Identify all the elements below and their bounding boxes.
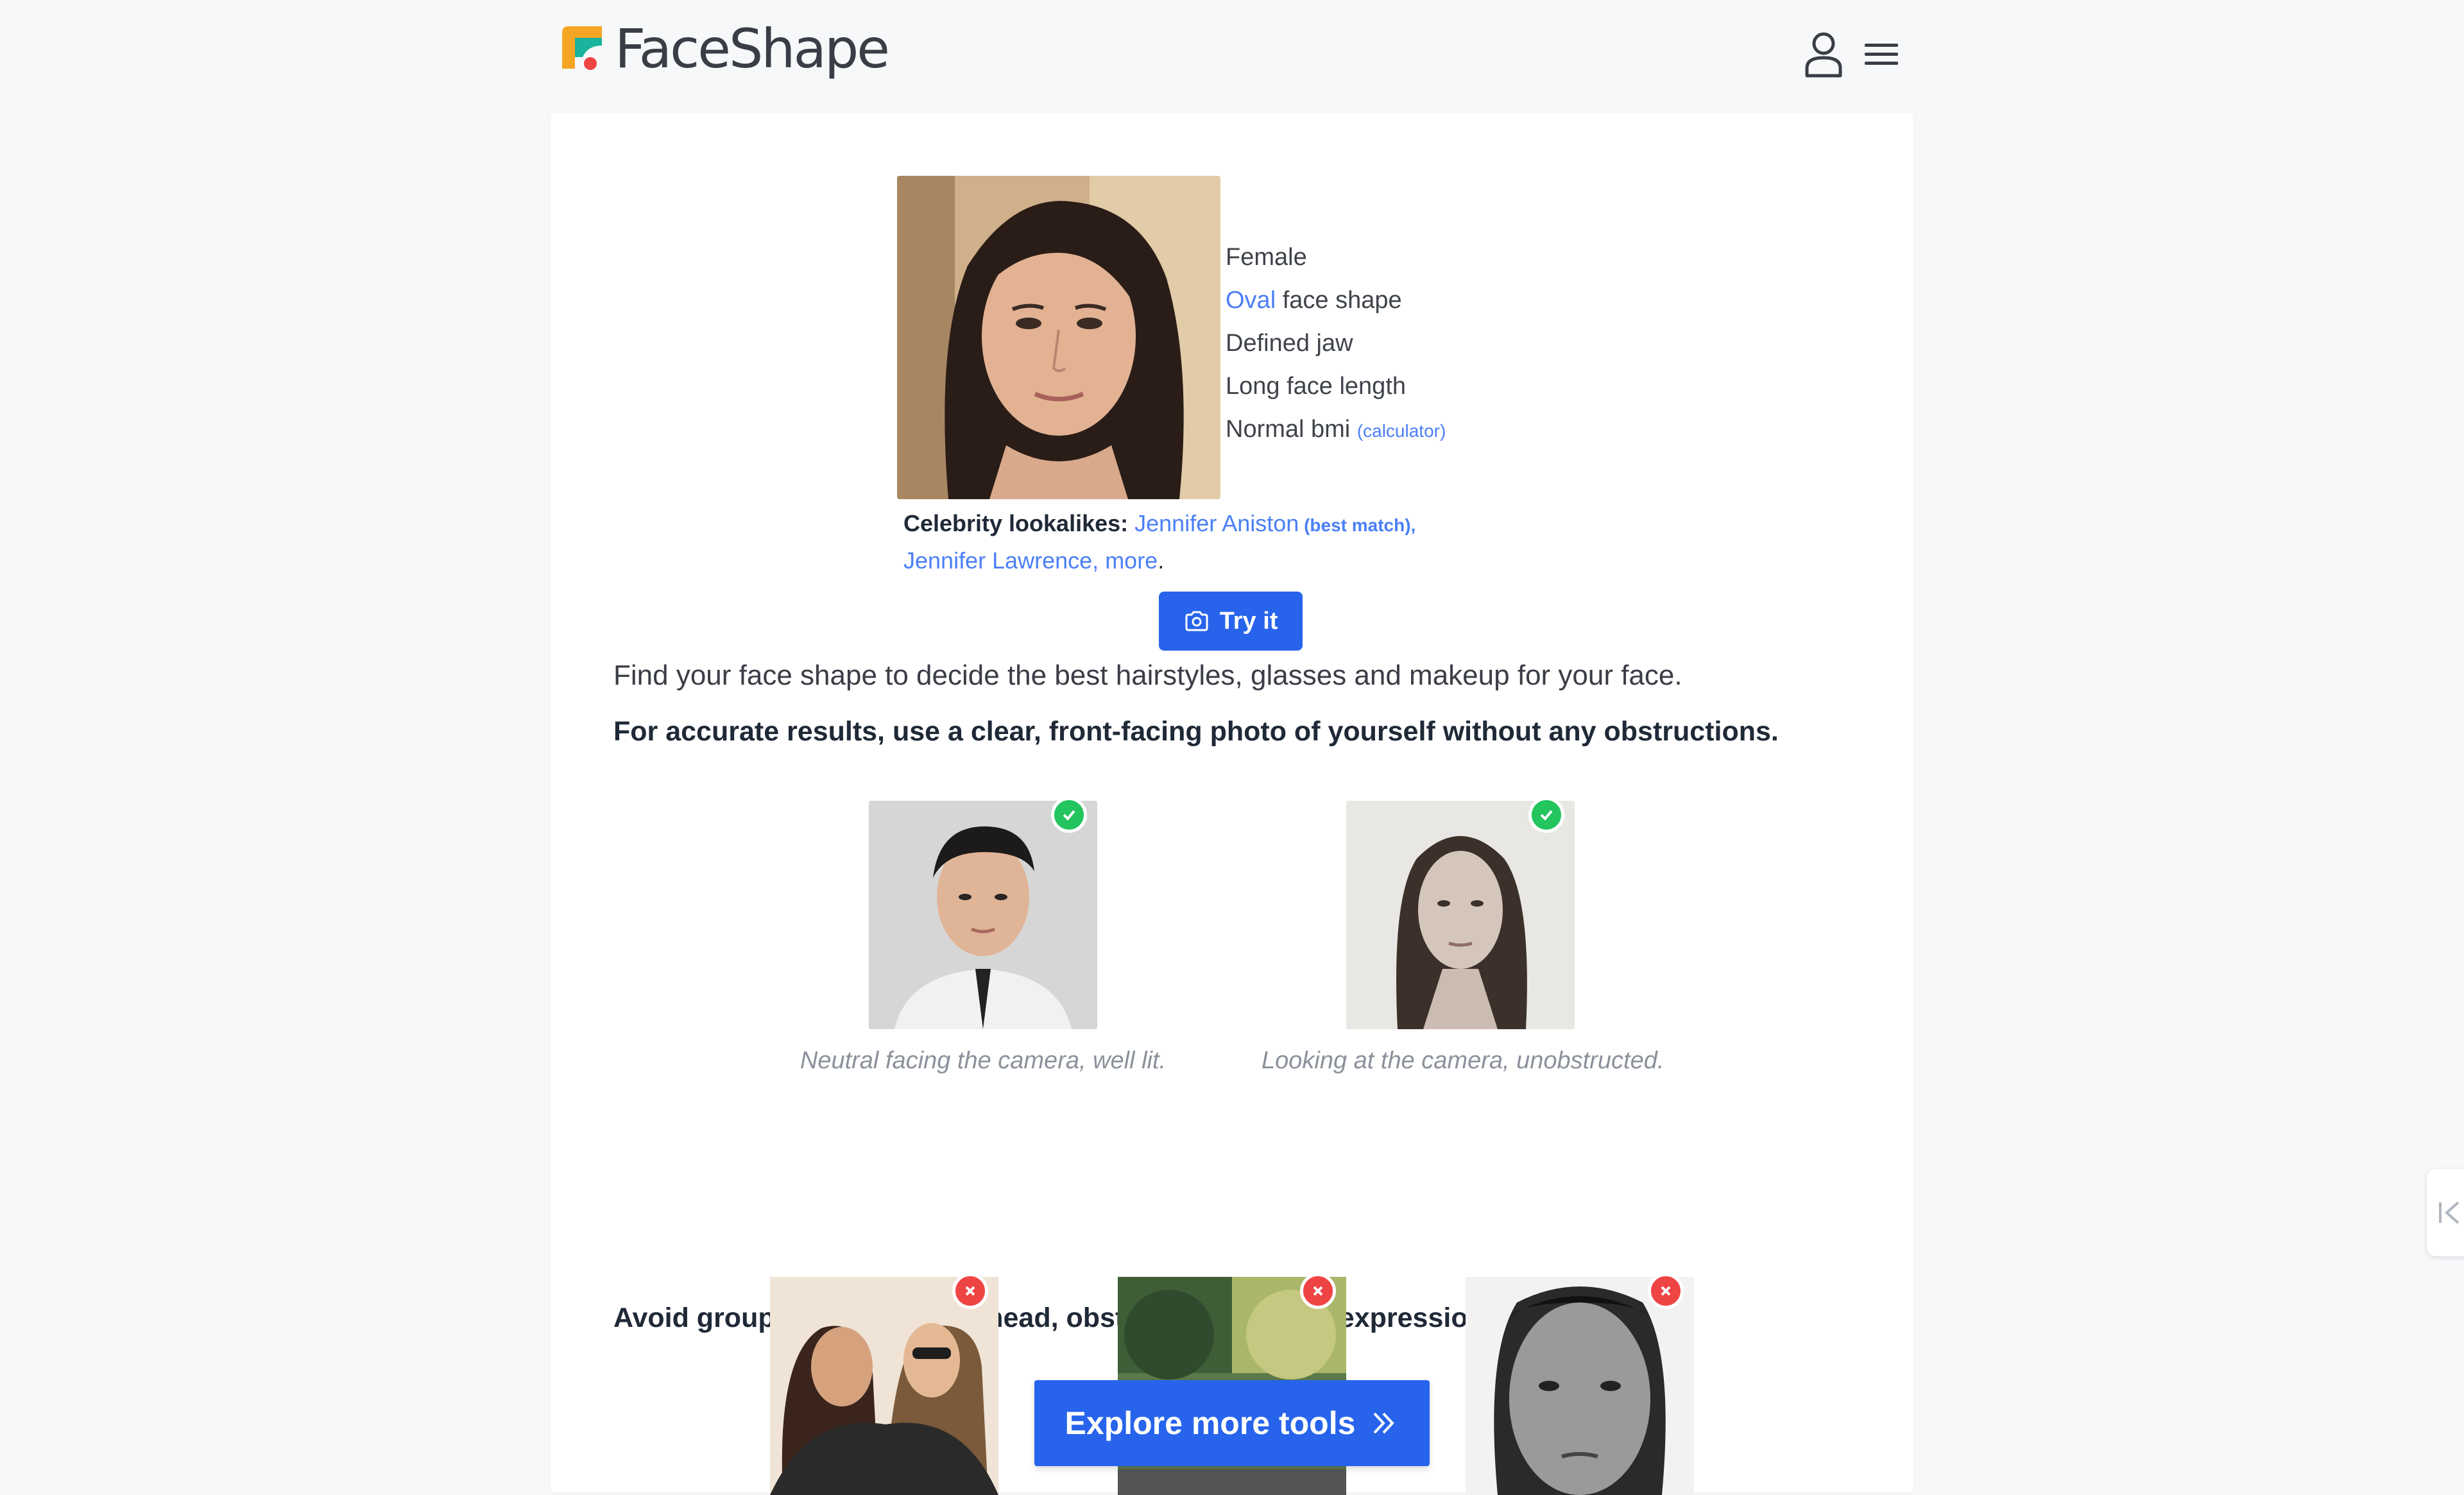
celebrity-separator: , — [1092, 547, 1106, 574]
x-badge — [1300, 1273, 1336, 1309]
avoid-text: Avoid group photos, angled head, obstruc… — [613, 1303, 1508, 1333]
check-badge — [1528, 797, 1564, 833]
x-badge — [952, 1273, 988, 1309]
celebrity-label: Celebrity lookalikes: — [903, 510, 1135, 536]
x-icon — [965, 1286, 975, 1296]
explore-more-tools-button[interactable]: Explore more tools — [1034, 1380, 1430, 1466]
trait-bmi: Normal bmi (calculator) — [1226, 408, 1446, 451]
good-example-photo-1 — [869, 801, 1097, 1029]
try-it-label: Try it — [1219, 607, 1278, 635]
bmi-text: Normal bmi — [1226, 416, 1357, 443]
face-traits: Female Oval face shape Defined jaw Long … — [1226, 236, 1446, 451]
header-actions — [1801, 28, 1904, 80]
main-card: Female Oval face shape Defined jaw Long … — [551, 113, 1913, 1495]
celebrity-more-link[interactable]: more — [1105, 547, 1158, 574]
x-icon — [1661, 1286, 1671, 1296]
face-shape-suffix: face shape — [1276, 287, 1402, 314]
explore-more-tools-label: Explore more tools — [1065, 1405, 1356, 1441]
collapse-icon — [2439, 1201, 2460, 1224]
check-badge — [1051, 797, 1087, 833]
bad-example-photo-3 — [1466, 1277, 1694, 1495]
double-chevron-right-icon — [1373, 1412, 1395, 1434]
bad-example-expression — [1466, 1273, 1694, 1495]
bad-example-photo-1 — [770, 1277, 998, 1495]
bad-example-group-photo — [770, 1273, 998, 1495]
user-icon[interactable] — [1801, 28, 1847, 80]
trait-jaw: Defined jaw — [1226, 330, 1353, 357]
best-match-note: (best match), — [1299, 515, 1416, 535]
site-header: FaceShape — [552, 0, 1912, 109]
check-icon — [1063, 810, 1075, 821]
trait-face-shape: Oval face shape — [1226, 279, 1446, 322]
menu-icon[interactable] — [1858, 28, 1904, 80]
x-badge — [1648, 1273, 1684, 1309]
celebrity-lookalikes: Celebrity lookalikes: Jennifer Aniston (… — [903, 506, 1545, 578]
trait-length: Long face length — [1226, 373, 1407, 400]
check-icon — [1540, 810, 1553, 821]
celebrity-link-lawrence[interactable]: Jennifer Lawrence — [903, 547, 1092, 574]
trait-gender: Female — [1226, 244, 1307, 271]
logo-mark-icon — [562, 26, 602, 70]
try-it-button[interactable]: Try it — [1159, 592, 1303, 651]
side-panel-toggle[interactable] — [2427, 1169, 2464, 1256]
bmi-calculator-link[interactable]: (calculator) — [1357, 421, 1446, 441]
x-icon — [1313, 1286, 1323, 1296]
example-face-photo — [897, 176, 1220, 499]
good-example-caption-2: Looking at the camera, unobstructed. — [1262, 1047, 1664, 1074]
celebrity-link-aniston[interactable]: Jennifer Aniston — [1134, 510, 1299, 536]
logo[interactable]: FaceShape — [560, 17, 890, 80]
good-example-1 — [869, 797, 1097, 1029]
intro-text: Find your face shape to decide the best … — [613, 660, 1682, 691]
good-example-caption-1: Neutral facing the camera, well lit. — [800, 1047, 1167, 1074]
celebrity-end: . — [1158, 547, 1165, 574]
accurate-results-text: For accurate results, use a clear, front… — [613, 716, 1779, 747]
good-example-2 — [1346, 797, 1575, 1029]
camera-icon — [1185, 611, 1208, 631]
good-example-photo-2 — [1346, 801, 1575, 1029]
face-shape-link[interactable]: Oval — [1226, 287, 1276, 314]
logo-text: FaceShape — [615, 17, 890, 80]
example-face-image — [897, 176, 1220, 499]
